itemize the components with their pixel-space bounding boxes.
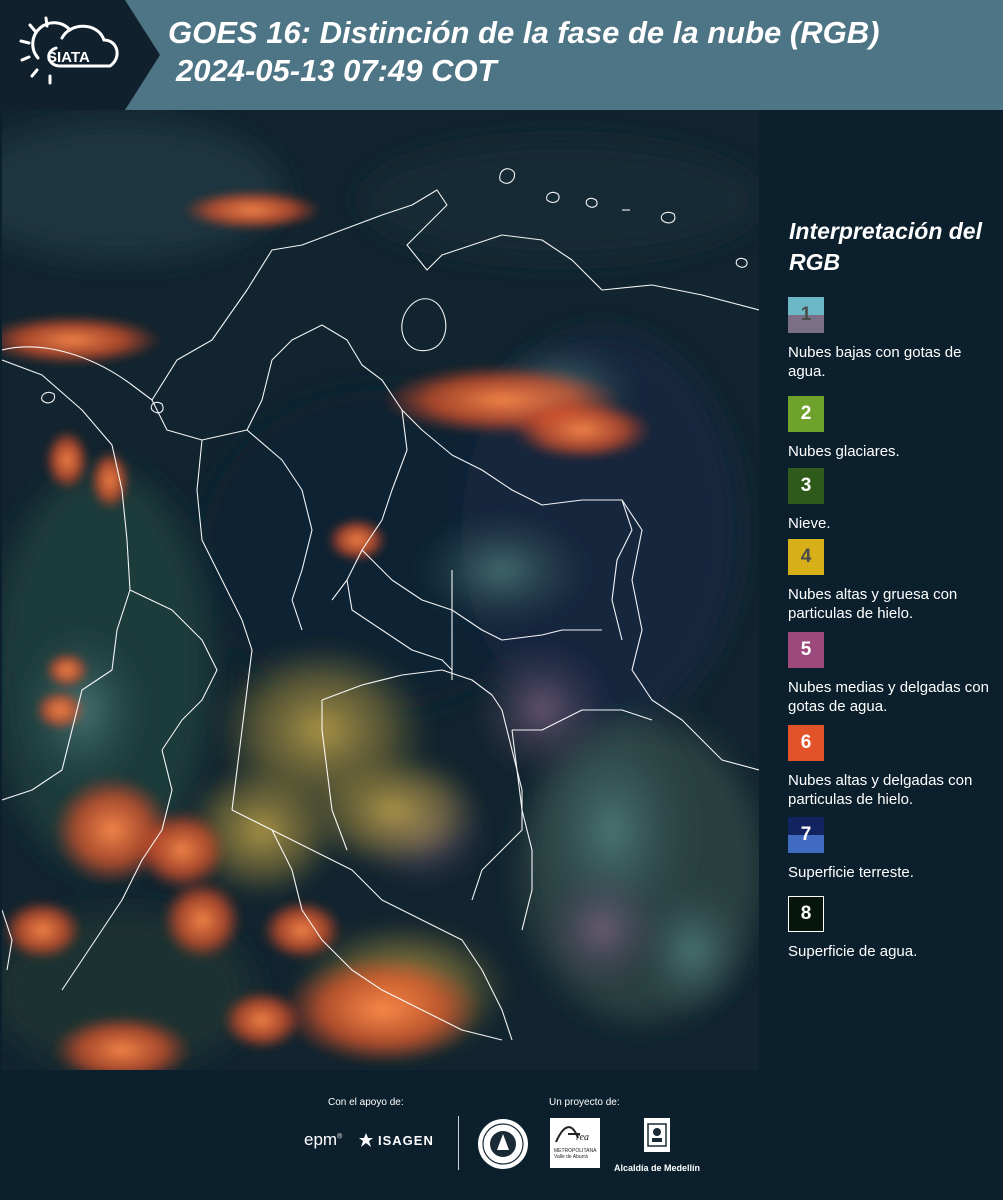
isagen-logo: ISAGEN <box>358 1132 434 1148</box>
footer: Con el apoyo de: Un proyecto de: epm® IS… <box>0 1070 1003 1200</box>
project-label: Un proyecto de: <box>549 1097 620 1108</box>
legend-swatch: 7 <box>788 817 824 853</box>
medellin-crest-icon <box>644 1118 670 1152</box>
legend-label: Nieve. <box>788 515 831 532</box>
legend-swatch: 1 <box>788 297 824 333</box>
legend-panel: Interpretación del RGB 1 Nubes bajas con … <box>760 110 1003 1070</box>
isagen-logo-text: ISAGEN <box>378 1132 434 1148</box>
legend-item-4: 4 Nubes altas y gruesa con particulas de … <box>788 539 998 623</box>
legend-label: Nubes glaciares. <box>788 443 900 460</box>
alcaldia-logo-text: Alcaldía de Medellín <box>613 1163 701 1173</box>
siata-logo: SIATA <box>0 0 160 110</box>
alcaldia-logo: Alcaldía de Medellín <box>612 1116 702 1173</box>
legend-item-5: 5 Nubes medias y delgadas con gotas de ag… <box>788 632 998 716</box>
legend-item-3: 3 Nieve. <box>788 468 998 533</box>
legend-label: Nubes bajas con gotas de agua. <box>788 344 962 380</box>
footer-divider <box>458 1116 459 1170</box>
legend-label: Superficie de agua. <box>788 943 918 960</box>
legend-number: 5 <box>800 639 812 660</box>
legend-number: 3 <box>800 475 812 496</box>
legend-label: Nubes altas y gruesa con particulas de h… <box>788 586 958 622</box>
header-bar: SIATA GOES 16: Distinción de la fase de … <box>0 0 1003 110</box>
title-product: GOES 16: Distinción de la fase de la nub… <box>168 15 880 50</box>
legend-swatch: 6 <box>788 725 824 761</box>
legend-number: 2 <box>800 403 812 424</box>
legend-swatch: 3 <box>788 468 824 504</box>
legend-title: Interpretación del RGB <box>789 218 982 275</box>
legend-swatch: 8 <box>788 896 824 932</box>
legend-swatch: 4 <box>788 539 824 575</box>
legend-number: 7 <box>800 824 812 845</box>
legend-item-7: 7 Superficie terreste. <box>788 817 998 882</box>
legend-item-6: 6 Nubes altas y delgadas con particulas d… <box>788 725 998 809</box>
university-seal <box>477 1118 529 1175</box>
legend-number: 4 <box>800 546 812 567</box>
title-timestamp: 2024-05-13 07:49 COT <box>176 53 497 88</box>
legend-label: Superficie terreste. <box>788 864 914 881</box>
legend-swatch: 5 <box>788 632 824 668</box>
legend-item-1: 1 Nubes bajas con gotas de agua. <box>788 297 998 381</box>
legend-number: 1 <box>800 304 812 325</box>
satellite-map[interactable] <box>2 110 759 1070</box>
area-metropolitana-logo: rea METROPOLITANA Valle de Aburrá <box>550 1118 600 1168</box>
legend-item-2: 2 Nubes glaciares. <box>788 396 998 461</box>
legend-label: Nubes altas y delgadas con particulas de… <box>788 772 973 808</box>
amva-logo-text: METROPOLITANA Valle de Aburrá <box>554 1148 597 1160</box>
support-label: Con el apoyo de: <box>328 1097 404 1108</box>
epm-logo: epm® <box>304 1130 343 1149</box>
isagen-icon <box>359 1133 373 1147</box>
legend-label: Nubes medias y delgadas con gotas de agu… <box>788 679 989 715</box>
legend-swatch: 2 <box>788 396 824 432</box>
siata-logo-text: SIATA <box>47 49 90 66</box>
legend-number: 8 <box>800 903 812 924</box>
legend-number: 6 <box>800 732 812 753</box>
page-title: GOES 16: Distinción de la fase de la nub… <box>168 14 998 90</box>
epm-logo-text: epm <box>304 1130 338 1149</box>
svg-text:rea: rea <box>576 1132 589 1143</box>
legend-item-8: 8 Superficie de agua. <box>788 896 998 961</box>
